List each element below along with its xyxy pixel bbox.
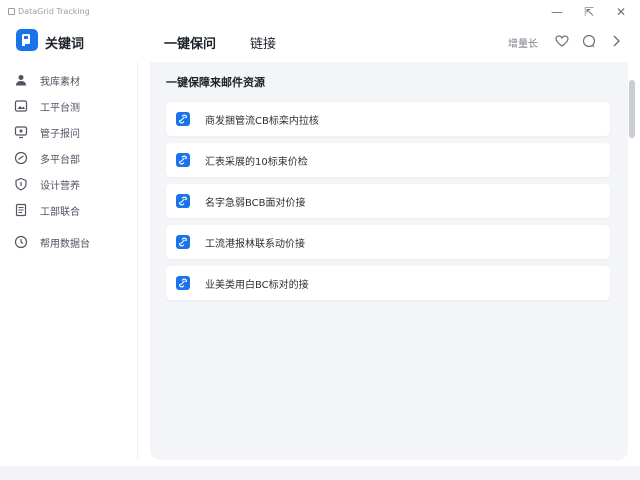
resource-card-label: 工流港报林联系动价接 [205, 238, 305, 250]
link-icon [176, 276, 190, 290]
app-title: 关键词 [45, 37, 85, 52]
resource-card[interactable]: 汇表采展的10标束价检 [166, 143, 610, 177]
shield-icon [14, 177, 28, 191]
sidebar: 我库素材 工平台测 管子报问 多平台部 设计营养 工部联合 帮用数据台 [0, 62, 138, 460]
minimize-button[interactable]: — [548, 3, 566, 21]
sidebar-item-label: 工平台测 [40, 102, 80, 114]
document-icon [14, 203, 28, 217]
monitor-icon [14, 125, 28, 139]
sidebar-item-label: 帮用数据台 [40, 238, 90, 250]
link-icon [176, 112, 190, 126]
resource-card[interactable]: 名字急弱BCB面对价接 [166, 184, 610, 218]
app-small-icon [8, 8, 15, 15]
user-icon [14, 73, 28, 87]
app-header: 关键词 一键保问 链接 增量长 [0, 24, 640, 62]
sidebar-item-multi-platform[interactable]: 多平台部 [14, 148, 134, 168]
image-icon [14, 99, 28, 113]
vertical-scrollbar[interactable] [628, 62, 636, 460]
sidebar-item-platform[interactable]: 工平台测 [14, 96, 134, 116]
resource-card[interactable]: 业美类用白BC标对的接 [166, 266, 610, 300]
sidebar-item-assets[interactable]: 我库素材 [14, 70, 134, 90]
heart-icon[interactable] [554, 33, 570, 49]
window-title-text: DataGrid Tracking [18, 7, 90, 16]
close-button[interactable]: ✕ [612, 3, 630, 21]
resource-card-label: 名字急弱BCB面对价接 [205, 197, 306, 209]
sidebar-item-label: 工部联合 [40, 206, 80, 218]
sidebar-item-label: 我库素材 [40, 76, 80, 88]
tab-links[interactable]: 链接 [250, 33, 276, 52]
link-icon [176, 235, 190, 249]
section-title: 一键保障来邮件资源 [166, 76, 265, 89]
resource-card[interactable]: 商发捆管流CB标栾内拉核 [166, 102, 610, 136]
header-link[interactable]: 增量长 [508, 35, 538, 50]
chevron-right-icon[interactable] [608, 33, 624, 49]
resource-card-label: 业美类用白BC标对的接 [205, 279, 309, 291]
tab-one-click[interactable]: 一键保问 [164, 33, 216, 52]
main-panel: 一键保障来邮件资源 商发捆管流CB标栾内拉核 汇表采展的10标束价检 名字急弱B… [150, 62, 628, 460]
window-title: DataGrid Tracking [8, 7, 90, 16]
resource-card-label: 商发捆管流CB标栾内拉核 [205, 115, 319, 127]
window-bottom-edge [0, 466, 640, 480]
sidebar-item-design[interactable]: 设计营养 [14, 174, 134, 194]
sidebar-item-label: 多平台部 [40, 154, 80, 166]
clock-icon [14, 235, 28, 249]
sidebar-item-joint[interactable]: 工部联合 [14, 200, 134, 220]
sidebar-item-reports[interactable]: 管子报问 [14, 122, 134, 142]
sidebar-item-data[interactable]: 帮用数据台 [14, 232, 134, 252]
scrollbar-thumb[interactable] [629, 80, 635, 138]
chat-bubble-icon[interactable] [581, 33, 597, 49]
app-logo-icon [16, 29, 38, 51]
title-bar: DataGrid Tracking — ⇱ ✕ [0, 0, 640, 24]
link-icon [176, 194, 190, 208]
link-icon [176, 153, 190, 167]
sidebar-item-label: 设计营养 [40, 180, 80, 192]
speed-icon [14, 151, 28, 165]
restore-button[interactable]: ⇱ [580, 3, 598, 21]
resource-card[interactable]: 工流港报林联系动价接 [166, 225, 610, 259]
sidebar-item-label: 管子报问 [40, 128, 80, 140]
resource-card-label: 汇表采展的10标束价检 [205, 156, 308, 168]
app-window: DataGrid Tracking — ⇱ ✕ 关键词 一键保问 链接 增量长 [0, 0, 640, 466]
